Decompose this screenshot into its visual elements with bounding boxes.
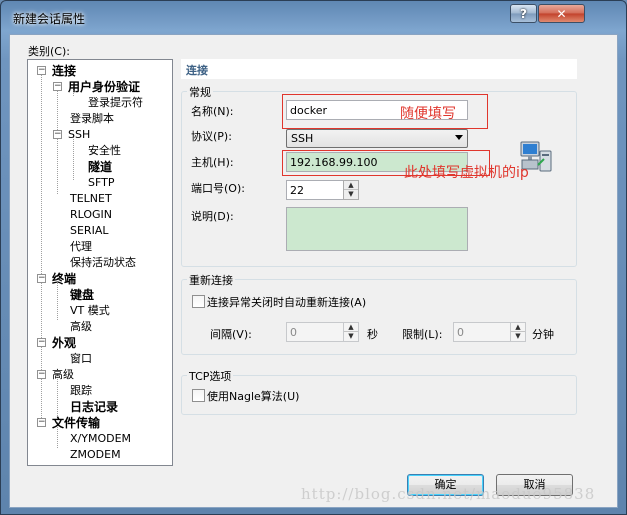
watermark: http://blog.csdn.net/maoduo95838	[301, 485, 596, 503]
protocol-select[interactable]: SSH	[286, 129, 468, 148]
port-spinner[interactable]: ▲ ▼	[343, 180, 359, 200]
name-label: 名称(N):	[191, 105, 234, 118]
tree-item-advanced-2[interactable]: 高级	[52, 368, 74, 382]
tree-item-login-prompt[interactable]: 登录提示符	[88, 96, 143, 110]
protocol-label: 协议(P):	[191, 130, 232, 143]
tree-item-auth[interactable]: 用户身份验证	[68, 80, 140, 94]
chevron-down-icon	[455, 135, 463, 140]
tree-item-file-transfer[interactable]: 文件传输	[52, 416, 100, 430]
nagle-label: 使用Nagle算法(U)	[207, 390, 300, 403]
expand-toggle-icon[interactable]: −	[53, 82, 62, 91]
tree-line	[57, 86, 58, 194]
panel-title: 连接	[181, 59, 577, 79]
tree-item-xymodem[interactable]: X/YMODEM	[70, 432, 131, 446]
tree-item-vt-mode[interactable]: VT 模式	[70, 304, 110, 318]
reconnect-group-title: 重新连接	[187, 272, 235, 288]
interval-field[interactable]: 0	[286, 322, 344, 342]
auto-reconnect-checkbox[interactable]	[192, 295, 205, 308]
tree-item-serial[interactable]: SERIAL	[70, 224, 108, 238]
tcp-group-title: TCP选项	[187, 368, 234, 384]
expand-toggle-icon[interactable]: −	[37, 66, 46, 75]
spin-down-icon[interactable]: ▼	[344, 332, 358, 341]
port-label: 端口号(O):	[191, 182, 245, 195]
expand-toggle-icon[interactable]: −	[37, 370, 46, 379]
tree-item-sftp[interactable]: SFTP	[88, 176, 114, 190]
tree-item-login-script[interactable]: 登录脚本	[70, 112, 114, 126]
limit-field[interactable]: 0	[453, 322, 511, 342]
tree-item-trace[interactable]: 跟踪	[70, 384, 92, 398]
expand-toggle-icon[interactable]: −	[53, 130, 62, 139]
spin-up-icon[interactable]: ▲	[511, 323, 525, 332]
tree-item-tunnel[interactable]: 隧道	[88, 160, 112, 174]
reconnect-group	[181, 279, 577, 355]
annotation-host-note: 此处填写虚拟机的ip	[404, 165, 529, 181]
interval-label: 间隔(V):	[210, 328, 252, 341]
close-button[interactable]: ✕	[538, 4, 585, 23]
host-label: 主机(H):	[191, 156, 234, 169]
tree-item-zmodem[interactable]: ZMODEM	[70, 448, 121, 462]
description-field[interactable]	[286, 207, 468, 251]
spin-down-icon[interactable]: ▼	[511, 332, 525, 341]
interval-unit: 秒	[367, 328, 378, 341]
tree-item-terminal[interactable]: 终端	[52, 272, 76, 286]
tree-item-appearance[interactable]: 外观	[52, 336, 76, 350]
limit-unit: 分钟	[532, 328, 554, 341]
interval-spinner[interactable]: ▲ ▼	[343, 322, 359, 342]
annotation-name-box	[282, 94, 488, 129]
tree-item-log[interactable]: 日志记录	[70, 400, 118, 414]
tree-item-keyboard[interactable]: 键盘	[70, 288, 94, 302]
help-button[interactable]: ?	[510, 4, 537, 23]
title-bar: 新建会话属性 ? ✕	[1, 1, 626, 35]
expand-toggle-icon[interactable]: −	[37, 338, 46, 347]
spin-up-icon[interactable]: ▲	[344, 323, 358, 332]
tree-item-connection[interactable]: 连接	[52, 64, 76, 78]
limit-spinner[interactable]: ▲ ▼	[510, 322, 526, 342]
tree-item-rlogin[interactable]: RLOGIN	[70, 208, 112, 222]
dialog-window: 新建会话属性 ? ✕ 类别(C): − 连接 − 用户身份验证 登录提示符 登录…	[0, 0, 627, 515]
general-group-title: 常规	[187, 84, 213, 100]
description-label: 说明(D):	[191, 210, 234, 223]
tree-item-window[interactable]: 窗口	[70, 352, 92, 366]
category-label: 类别(C):	[28, 45, 70, 58]
limit-label: 限制(L):	[402, 328, 443, 341]
nagle-checkbox[interactable]	[192, 389, 205, 402]
category-tree[interactable]: − 连接 − 用户身份验证 登录提示符 登录脚本 − SSH 安全性 隧道 SF…	[27, 59, 173, 466]
tree-item-keepalive[interactable]: 保持活动状态	[70, 256, 136, 270]
tree-item-ssh[interactable]: SSH	[68, 128, 90, 142]
tree-item-proxy[interactable]: 代理	[70, 240, 92, 254]
tree-item-telnet[interactable]: TELNET	[70, 192, 112, 206]
expand-toggle-icon[interactable]: −	[37, 418, 46, 427]
window-title: 新建会话属性	[13, 12, 86, 26]
tree-item-security[interactable]: 安全性	[88, 144, 121, 158]
protocol-value: SSH	[291, 132, 314, 145]
tree-item-advanced[interactable]: 高级	[70, 320, 92, 334]
spin-up-icon[interactable]: ▲	[344, 181, 358, 190]
annotation-name-note: 随便填写	[400, 106, 456, 122]
auto-reconnect-label: 连接异常关闭时自动重新连接(A)	[207, 296, 367, 309]
expand-toggle-icon[interactable]: −	[37, 274, 46, 283]
port-field[interactable]: 22	[286, 180, 344, 200]
tree-line	[41, 72, 42, 420]
spin-down-icon[interactable]: ▼	[344, 190, 358, 199]
